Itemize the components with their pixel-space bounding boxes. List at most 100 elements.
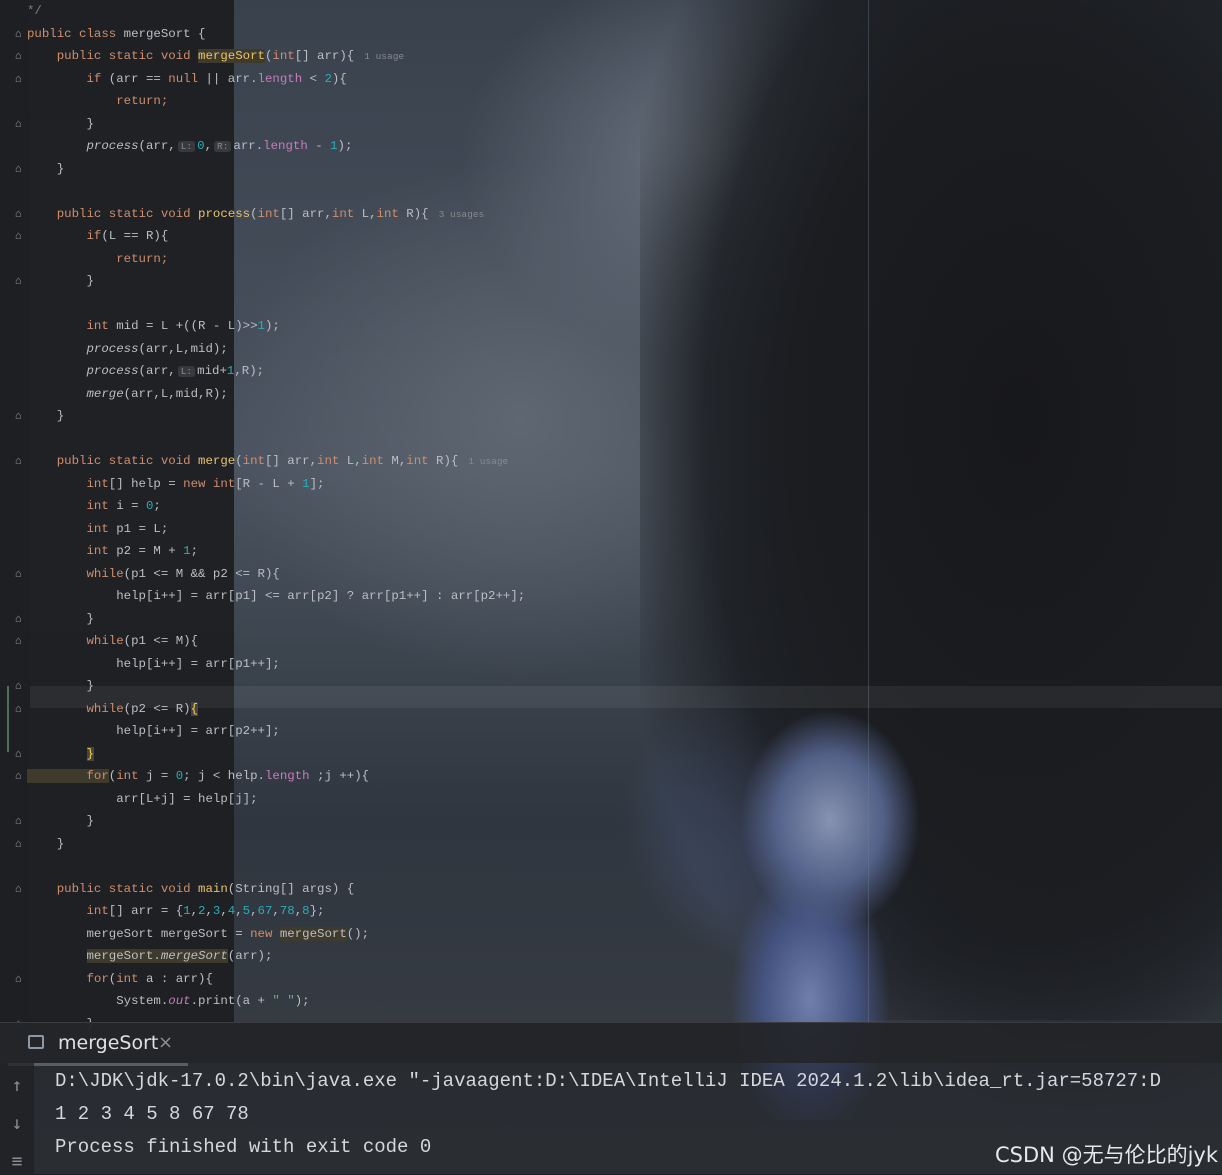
code-token: int — [406, 454, 429, 468]
fold-toggle-icon[interactable]: ⌂ — [15, 568, 25, 579]
code-line[interactable]: while(p1 <= M && p2 <= R){ — [27, 563, 525, 586]
code-line[interactable]: process(arr,L,mid); — [27, 338, 525, 361]
code-line[interactable]: merge(arr,L,mid,R); — [27, 383, 525, 406]
fold-toggle-icon[interactable]: ⌂ — [15, 50, 25, 61]
code-line[interactable]: return; — [27, 248, 525, 271]
code-line[interactable]: return; — [27, 90, 525, 113]
fold-toggle-icon[interactable]: ⌂ — [15, 163, 25, 174]
code-token: (arr, — [138, 139, 176, 153]
code-line[interactable] — [27, 180, 525, 203]
close-icon[interactable]: × — [158, 1032, 173, 1053]
code-token: mergeSort — [198, 49, 265, 63]
fold-toggle-icon[interactable]: ⌂ — [15, 838, 25, 849]
code-line[interactable]: help[i++] = arr[p1++]; — [27, 653, 525, 676]
code-token: help[i++] = arr[p1] <= arr[p2] ? arr[p1+… — [27, 589, 526, 603]
fold-toggle-icon[interactable]: ⌂ — [15, 635, 25, 646]
code-line[interactable]: process(arr, L: 0, R: arr.length - 1); — [27, 135, 525, 158]
code-line[interactable]: public static void mergeSort(int[] arr){… — [27, 45, 525, 68]
code-editor[interactable]: */ public class mergeSort { public static… — [27, 0, 525, 1035]
code-line[interactable]: while(p1 <= M){ — [27, 630, 525, 653]
code-line[interactable]: while(p2 <= R){ — [27, 698, 525, 721]
code-token: int — [27, 319, 109, 333]
soft-wrap-icon[interactable]: ≡ — [8, 1151, 26, 1173]
run-tab-mergesort[interactable]: mergeSort × — [8, 1023, 188, 1066]
usage-count[interactable]: 1 usage — [468, 456, 508, 467]
code-line[interactable]: } — [27, 405, 525, 428]
fold-toggle-icon[interactable]: ⌂ — [15, 208, 25, 219]
code-line[interactable]: } — [27, 158, 525, 181]
fold-toggle-icon[interactable]: ⌂ — [15, 275, 25, 286]
code-line[interactable]: public static void main(String[] args) { — [27, 878, 525, 901]
code-line[interactable]: if(L == R){ — [27, 225, 525, 248]
fold-toggle-icon[interactable]: ⌂ — [15, 613, 25, 624]
code-token: p1 = L; — [108, 521, 169, 536]
code-line[interactable]: } — [27, 113, 525, 136]
code-token: [] help = — [108, 476, 184, 491]
code-token: int — [116, 769, 139, 783]
code-line[interactable]: mergeSort.mergeSort(arr); — [27, 945, 525, 968]
usage-count[interactable]: 1 usage — [364, 51, 404, 62]
fold-toggle-icon[interactable]: ⌂ — [15, 770, 25, 781]
code-line[interactable]: } — [27, 675, 525, 698]
code-token: merge — [27, 386, 124, 401]
code-line[interactable] — [27, 855, 525, 878]
fold-toggle-icon[interactable]: ⌂ — [15, 883, 25, 894]
code-line[interactable]: help[i++] = arr[p2++]; — [27, 720, 525, 743]
code-token: a : arr){ — [138, 971, 213, 986]
run-side-toolbar: ↑ ↓ ≡ — [0, 1063, 34, 1175]
down-arrow-icon[interactable]: ↓ — [8, 1113, 26, 1135]
code-line[interactable]: int p1 = L; — [27, 518, 525, 541]
code-line[interactable]: } — [27, 743, 525, 766]
code-line[interactable]: arr[L+j] = help[j]; — [27, 788, 525, 811]
code-line[interactable]: int[] help = new int[R - L + 1]; — [27, 473, 525, 496]
code-line[interactable]: } — [27, 833, 525, 856]
fold-toggle-icon[interactable]: ⌂ — [15, 973, 25, 984]
code-line[interactable]: } — [27, 608, 525, 631]
code-line[interactable]: mergeSort mergeSort = new mergeSort(); — [27, 923, 525, 946]
code-line[interactable]: int[] arr = {1,2,3,4,5,67,78,8}; — [27, 900, 525, 923]
code-token: , — [235, 904, 243, 918]
fold-toggle-icon[interactable]: ⌂ — [15, 118, 25, 129]
vcs-change-marker[interactable] — [7, 686, 9, 752]
code-line[interactable]: */ — [27, 0, 525, 23]
code-token: mergeSort. — [86, 949, 161, 963]
fold-toggle-icon[interactable]: ⌂ — [15, 815, 25, 826]
run-panel: mergeSort × ↑ ↓ ≡ D:\JDK\jdk-17.0.2\bin\… — [0, 1022, 1222, 1175]
editor-gutter[interactable]: ⌂⌂⌂⌂⌂⌂⌂⌂⌂⌂⌂⌂⌂⌂⌂⌂⌂⌂⌂⌂⌂⌂ — [0, 0, 30, 1029]
code-line[interactable]: public static void process(int[] arr,int… — [27, 203, 525, 226]
code-line[interactable] — [27, 428, 525, 451]
code-line[interactable]: process(arr, L: mid+1,R); — [27, 360, 525, 383]
code-token: , — [190, 904, 199, 918]
code-line[interactable]: public class mergeSort { — [27, 23, 525, 46]
fold-toggle-icon[interactable]: ⌂ — [15, 230, 25, 241]
fold-toggle-icon[interactable]: ⌂ — [15, 748, 25, 759]
fold-toggle-icon[interactable]: ⌂ — [15, 680, 25, 691]
fold-toggle-icon[interactable]: ⌂ — [15, 455, 25, 466]
code-token: public static void — [27, 454, 199, 468]
fold-toggle-icon[interactable]: ⌂ — [15, 703, 25, 714]
watermark: CSDN @无与伦比的jyk — [995, 1143, 1218, 1167]
code-line[interactable]: if (arr == null || arr.length < 2){ — [27, 68, 525, 91]
code-line[interactable] — [27, 293, 525, 316]
usage-count[interactable]: 3 usages — [439, 209, 485, 220]
code-line[interactable]: for(int a : arr){ — [27, 968, 525, 991]
fold-toggle-icon[interactable]: ⌂ — [15, 410, 25, 421]
code-line[interactable]: System.out.print(a + " "); — [27, 990, 525, 1013]
code-token: int — [27, 476, 109, 491]
code-line[interactable]: public static void merge(int[] arr,int L… — [27, 450, 525, 473]
code-line[interactable]: } — [27, 270, 525, 293]
code-token: 8 — [302, 904, 310, 918]
code-line[interactable]: int mid = L +((R - L)>>1); — [27, 315, 525, 338]
fold-toggle-icon[interactable]: ⌂ — [15, 28, 25, 39]
up-arrow-icon[interactable]: ↑ — [8, 1075, 26, 1097]
fold-toggle-icon[interactable]: ⌂ — [15, 73, 25, 84]
code-line[interactable]: int i = 0; — [27, 495, 525, 518]
code-line[interactable]: } — [27, 810, 525, 833]
code-line[interactable]: help[i++] = arr[p1] <= arr[p2] ? arr[p1+… — [27, 585, 525, 608]
code-token: main — [198, 881, 228, 896]
code-line[interactable]: int p2 = M + 1; — [27, 540, 525, 563]
code-token: || arr. — [198, 71, 258, 86]
code-line[interactable]: for(int j = 0; j < help.length ;j ++){ — [27, 765, 525, 788]
